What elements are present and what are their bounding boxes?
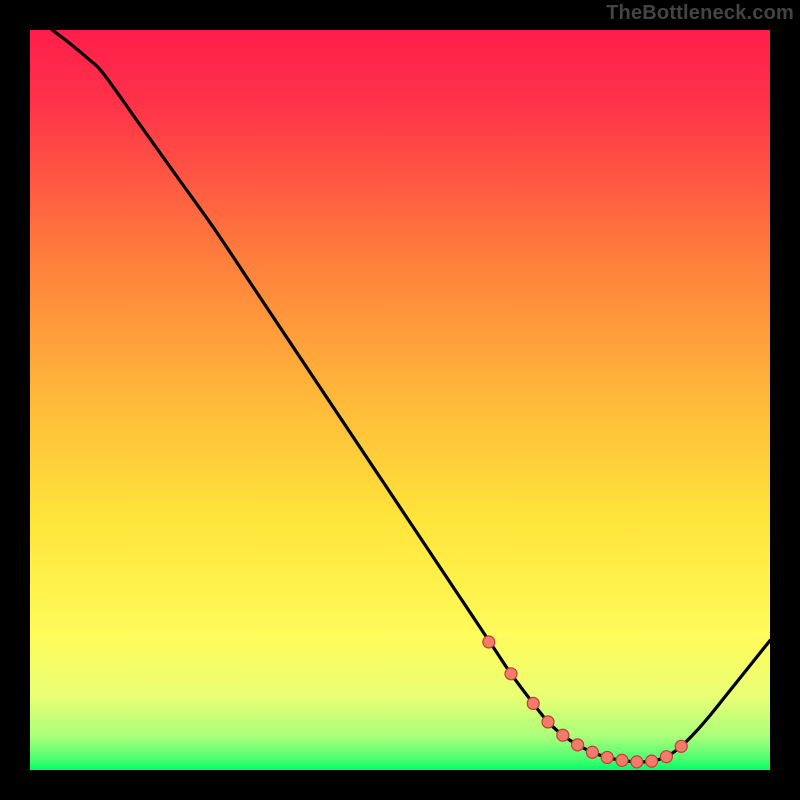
marker-dot: [586, 746, 598, 758]
marker-dot: [601, 751, 613, 763]
marker-dot: [646, 755, 658, 767]
chart-frame: TheBottleneck.com: [0, 0, 800, 800]
marker-dot: [616, 754, 628, 766]
marker-dot: [542, 716, 554, 728]
marker-dot: [557, 729, 569, 741]
marker-dot: [505, 668, 517, 680]
watermark-text: TheBottleneck.com: [606, 2, 794, 25]
marker-dot: [675, 740, 687, 752]
marker-dot: [483, 636, 495, 648]
marker-dot: [631, 756, 643, 768]
marker-dot: [660, 751, 672, 763]
marker-dot: [527, 697, 539, 709]
plot-background: [30, 30, 770, 770]
marker-dot: [572, 739, 584, 751]
bottleneck-chart: [0, 0, 800, 800]
